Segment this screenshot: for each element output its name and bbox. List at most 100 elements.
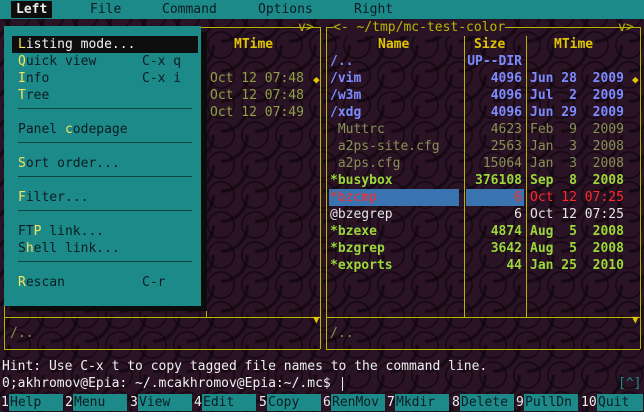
fkey-number: 5 (259, 395, 267, 410)
file-name: a2ps.cfg (330, 156, 401, 171)
file-name: /w3m (330, 88, 362, 103)
menu-item-label: ort order... (25, 156, 120, 171)
menu-item-shortcut: C-r (142, 275, 166, 290)
right-panel-name-divider (464, 36, 465, 317)
fkey-quit-button[interactable]: Quit (597, 394, 643, 411)
menu-separator (18, 261, 192, 262)
right-panel-path-title[interactable]: <- ~/tmp/mc-test-color (333, 19, 506, 36)
left-panel-mini-divider (4, 317, 320, 318)
menu-item[interactable]: Filter... (18, 189, 196, 206)
menu-item[interactable]: FTP link... (18, 223, 196, 240)
file-mtime: Aug 5 2008 (530, 241, 624, 256)
file-name: /.. (330, 54, 354, 69)
menu-file[interactable]: File (90, 1, 121, 18)
scroll-down-icon[interactable]: ▼ (632, 311, 639, 328)
command-line-input[interactable]: 0;akhromov@Epia: ~/.mcakhromov@Epia:~/.m… (2, 375, 331, 392)
hint-line: Hint: Use C-x t to copy tagged file name… (2, 359, 488, 374)
file-name: *bzexe (330, 224, 377, 239)
fkey-renmov-button[interactable]: RenMov (331, 394, 385, 411)
file-mtime: Aug 5 2008 (530, 224, 624, 239)
fkey-edit-button[interactable]: Edit (202, 394, 256, 411)
scroll-down-icon[interactable]: ▼ (313, 311, 320, 328)
menu-item-label: odepage (72, 122, 128, 137)
terminal-screen: Left File Command Options Right v> MTime… (0, 0, 644, 412)
right-panel-size-divider (526, 36, 527, 317)
menu-item-shortcut: C-x q (142, 54, 182, 69)
dropdown-shadow (10, 306, 207, 311)
menu-item-hotkey: h (25, 241, 34, 256)
menu-item-hotkey: T (18, 88, 26, 103)
menu-item-label: nfo (25, 71, 50, 86)
fkey-delete-button[interactable]: Delete (460, 394, 514, 411)
file-name: *busybox (330, 173, 393, 188)
scroll-diamond-icon: ◆ (632, 73, 639, 86)
menu-item-label: link... (41, 224, 105, 239)
file-size: 376108 (475, 173, 522, 188)
left-panel-mini-status: /.. (10, 326, 34, 341)
menu-item-hotkey: L (18, 37, 26, 52)
right-panel-bottom-border (326, 349, 640, 350)
left-panel-frame-arrows[interactable]: v> (298, 19, 314, 36)
left-panel-bottom-border (4, 349, 320, 350)
menu-item[interactable]: Sort order... (18, 155, 196, 172)
menu-separator (18, 142, 192, 143)
menu-item-label: uick view (25, 54, 97, 69)
left-menu-dropdown[interactable]: Listing mode... Quick view C-x q Info C-x iT… (4, 26, 201, 306)
fkey-number: 3 (130, 395, 138, 410)
fkey-copy-button[interactable]: Copy (267, 394, 321, 411)
file-size: 44 (506, 258, 522, 273)
file-mtime: Oct 12 07:25 (530, 190, 624, 205)
file-name: /vim (330, 71, 362, 86)
menu-command[interactable]: Command (162, 1, 217, 18)
menu-options[interactable]: Options (258, 1, 313, 18)
fkey-number: 10 (581, 395, 597, 410)
menu-item[interactable]: Rescan C-r (18, 274, 196, 291)
fkey-mkdir-button[interactable]: Mkdir (395, 394, 449, 411)
text-cursor (342, 377, 343, 391)
menu-item-hotkey: c (64, 122, 73, 137)
file-mtime: Jun 28 2009 (530, 71, 624, 86)
menu-item[interactable]: Tree (18, 87, 196, 104)
menu-item-label: Panel (18, 122, 65, 137)
command-history-button[interactable]: [^] (618, 375, 641, 392)
menu-item-hotkey: S (18, 156, 26, 171)
menu-item[interactable]: Listing mode... (12, 36, 198, 53)
file-mtime: Jun 29 2009 (530, 105, 624, 120)
fkey-number: 9 (516, 395, 524, 410)
menu-item-label: isting mode... (25, 37, 136, 52)
right-panel-size-header[interactable]: Size (474, 36, 505, 53)
menu-item[interactable]: Info C-x i (18, 70, 196, 87)
menu-item[interactable]: Shell link... (18, 240, 196, 257)
file-mtime: Jan 25 2010 (530, 258, 624, 273)
left-panel-mtime-header[interactable]: MTime (234, 36, 273, 53)
file-size: UP--DIR (467, 54, 522, 69)
file-mtime: Oct 12 07:25 (530, 207, 624, 222)
file-size: 6 (514, 207, 522, 222)
menu-separator (18, 176, 192, 177)
right-panel-right-border (640, 27, 641, 349)
menu-item[interactable]: Panel codepage (18, 121, 196, 138)
menu-separator (18, 210, 192, 211)
file-mtime: Jan 3 2008 (530, 139, 624, 154)
file-name: Muttrc (330, 122, 385, 137)
file-size: 4096 (490, 105, 522, 120)
right-panel-frame-arrows[interactable]: v> (618, 19, 634, 36)
menu-item[interactable]: Quick view C-x q (18, 53, 196, 70)
right-panel-mtime-header[interactable]: MTime (554, 36, 593, 53)
fkey-view-button[interactable]: View (138, 394, 192, 411)
menu-left[interactable]: Left (11, 1, 53, 18)
fkey-menu-button[interactable]: Menu (73, 394, 127, 411)
menu-item-label: S (18, 241, 26, 256)
menu-item-hotkey: F (18, 190, 26, 205)
menu-right[interactable]: Right (354, 1, 393, 18)
right-panel-name-header[interactable]: Name (378, 36, 409, 53)
file-name: /xdg (330, 105, 362, 120)
fkey-number: 4 (194, 395, 202, 410)
fkey-pulldn-button[interactable]: PullDn (524, 394, 578, 411)
left-panel-time-1: Oct 12 07:48 (210, 71, 304, 86)
fkey-help-button[interactable]: Help (9, 394, 63, 411)
left-panel-right-border (320, 27, 321, 349)
left-panel-time-2: Oct 12 07:48 (210, 88, 304, 103)
menu-item-label: ell link... (33, 241, 120, 256)
menu-item-label: FT (18, 224, 34, 239)
